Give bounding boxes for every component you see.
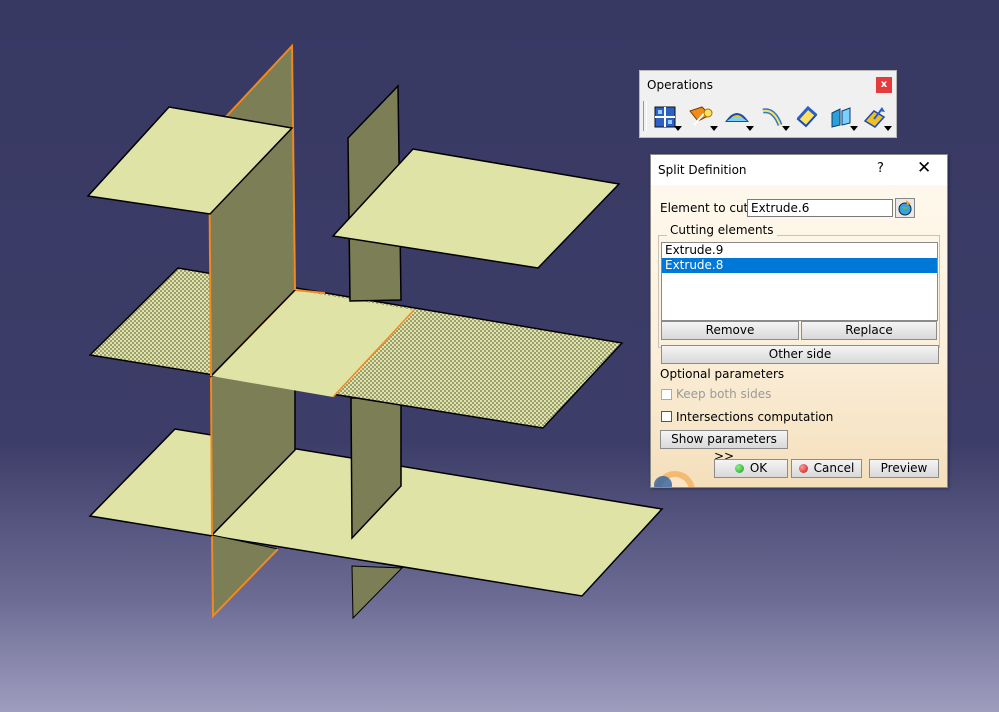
other-side-button[interactable]: Other side [661,345,939,364]
replace-button[interactable]: Replace [801,321,937,340]
keep-both-sides-checkbox [661,389,672,400]
operations-toolbar: Operations x [639,70,897,138]
red-dot-icon [798,464,808,473]
dialog-title: Split Definition [658,163,747,177]
green-dot-icon [734,464,744,473]
operations-close-button[interactable]: x [876,77,892,93]
cutting-elements-label: Cutting elements [667,223,777,237]
remove-button[interactable]: Remove [661,321,799,340]
ok-button[interactable]: OK [714,459,788,478]
boundary-icon[interactable] [794,105,824,131]
globe-icon [898,200,912,216]
optional-parameters-label: Optional parameters [660,367,785,381]
keep-both-sides-label: Keep both sides [676,387,772,401]
translate-icon[interactable] [862,105,892,131]
help-button[interactable]: ? [877,161,884,176]
element-selector-button[interactable] [895,198,915,218]
cancel-button[interactable]: Cancel [791,459,862,478]
list-item[interactable]: Extrude.8 [662,258,937,273]
vertical-plane-b-lower[interactable] [351,565,404,620]
element-to-cut-field[interactable]: Extrude.6 [747,199,893,217]
split-icon[interactable] [688,105,718,131]
dialog-close-button[interactable]: ✕ [917,158,931,178]
trim-icon[interactable] [760,105,790,131]
split-definition-dialog: Split Definition ? ✕ Element to cut: Ext… [650,154,948,488]
toolbar-grip[interactable] [643,101,647,131]
intersections-label: Intersections computation [676,410,834,424]
fill-icon[interactable] [724,105,754,131]
element-to-cut-label: Element to cut: [660,201,753,215]
list-item[interactable]: Extrude.9 [662,243,937,258]
dialog-titlebar[interactable]: Split Definition ? ✕ [651,155,947,185]
catia-logo-icon [654,471,695,487]
operations-title: Operations [647,78,713,92]
intersections-checkbox[interactable] [661,411,672,422]
join-icon[interactable] [652,105,682,131]
cutting-elements-list[interactable]: Extrude.9 Extrude.8 [661,242,938,321]
show-parameters-button[interactable]: Show parameters >> [660,430,788,463]
vertical-plane-a-lower[interactable] [211,534,279,618]
preview-button[interactable]: Preview [869,459,939,478]
extract-icon[interactable] [828,105,858,131]
